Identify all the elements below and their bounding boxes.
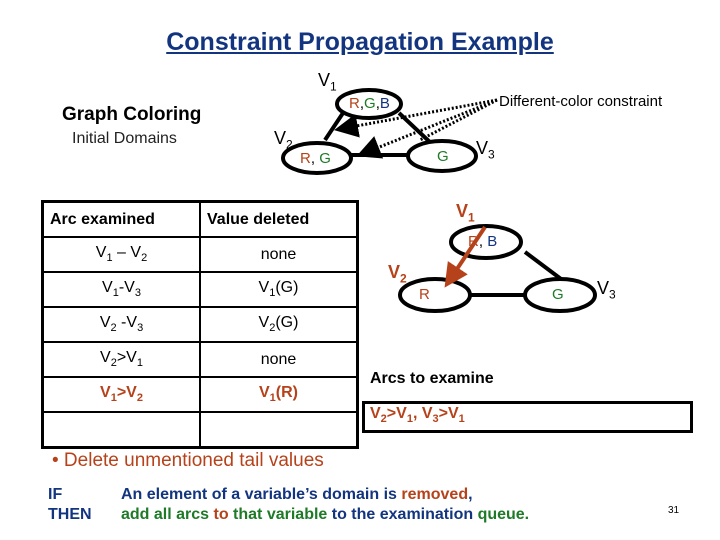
arcs-to-examine-heading: Arcs to examine	[370, 370, 494, 387]
domain-value: G	[552, 286, 564, 303]
v2-label-bottom: V2	[388, 262, 407, 286]
v2-label-top: V2	[274, 128, 293, 152]
domain-value: ,	[478, 233, 488, 250]
domain-value: G	[319, 150, 331, 167]
rule-fragment: to	[213, 506, 229, 523]
arc-queue-items: V2>V1, V3>V1	[370, 405, 465, 426]
rule-fragment: to the examination	[327, 506, 478, 523]
deleted-cell: V1(G)	[199, 271, 359, 308]
header-arc-examined: Arc examined	[41, 200, 201, 238]
node-v2-bottom	[398, 277, 472, 313]
v1-label-top: V1	[318, 70, 337, 94]
v2-domain-top: R, G	[300, 150, 331, 167]
domain-value: R	[468, 233, 479, 250]
rule-fragment: that variable	[228, 506, 328, 523]
edge-v1-v2-top	[323, 108, 347, 142]
domain-value: B	[379, 95, 390, 112]
bullet-delete-tail-values: • Delete unmentioned tail values	[52, 450, 324, 471]
deleted-cell	[199, 411, 359, 449]
deleted-cell: none	[199, 341, 359, 378]
table-row: V1-V3 V1(G)	[41, 271, 359, 308]
v1-domain-bottom: R, B	[468, 233, 497, 250]
table-row: V1>V2 V1(R)	[41, 376, 359, 413]
rule-fragment: ,	[468, 486, 473, 503]
rule-then-keyword: THEN	[48, 506, 92, 523]
header-value-deleted: Value deleted	[199, 200, 359, 238]
v1-domain-top: R,G,B	[349, 95, 390, 112]
page-number: 31	[668, 505, 680, 516]
edge-v1-v3-top	[397, 111, 435, 147]
table-row: V1 – V2 none	[41, 236, 359, 273]
table-row: V2 -V3 V2(G)	[41, 306, 359, 343]
deleted-cell: V2(G)	[199, 306, 359, 343]
domain-value: G	[364, 95, 376, 112]
domain-value: R	[419, 286, 430, 303]
deleted-cell: V1(R)	[199, 376, 359, 413]
domain-value: ,	[310, 150, 320, 167]
v3-label-bottom: V3	[597, 278, 616, 302]
deleted-cell: none	[199, 236, 359, 273]
arc-cell: V1-V3	[41, 271, 201, 308]
rule-if-keyword: IF	[48, 486, 63, 503]
rule-if-text: An element of a variable’s domain is rem…	[121, 486, 473, 504]
rule-fragment: add all arcs	[121, 506, 214, 523]
arc-cell: V2>V1	[41, 341, 201, 378]
constraint-label: Different-color constraint	[499, 93, 663, 110]
arc-cell: V2 -V3	[41, 306, 201, 343]
table-header-row: Arc examined Value deleted	[41, 200, 359, 238]
v2-domain-bottom: R	[419, 286, 430, 303]
arcs-table: Arc examined Value deleted V1 – V2 none V1…	[41, 200, 359, 449]
rule-fragment: An element of a variable’s domain is	[121, 486, 402, 503]
v3-label-top: V3	[476, 138, 495, 162]
table-row: V2>V1 none	[41, 341, 359, 378]
domain-value: R	[300, 150, 311, 167]
domain-value: B	[487, 233, 498, 250]
arc-cell: V1 – V2	[41, 236, 201, 273]
table-row	[41, 411, 359, 449]
domain-value: R	[349, 95, 360, 112]
rule-then-text: add all arcs to that variable to the exa…	[121, 506, 529, 524]
v3-domain-top: G	[437, 148, 449, 165]
queue-arc: V2>V1	[370, 405, 413, 426]
arc-cell	[41, 411, 201, 449]
constraint-pointer-3	[419, 98, 498, 142]
domain-value: G	[437, 148, 449, 165]
v1-label-bottom: V1	[456, 201, 475, 225]
rule-fragment: removed	[401, 486, 469, 503]
rule-fragment: queue.	[477, 506, 530, 523]
queue-arc: V3>V1	[421, 405, 465, 426]
arc-cell: V1>V2	[41, 376, 201, 413]
v3-domain-bottom: G	[552, 286, 564, 303]
